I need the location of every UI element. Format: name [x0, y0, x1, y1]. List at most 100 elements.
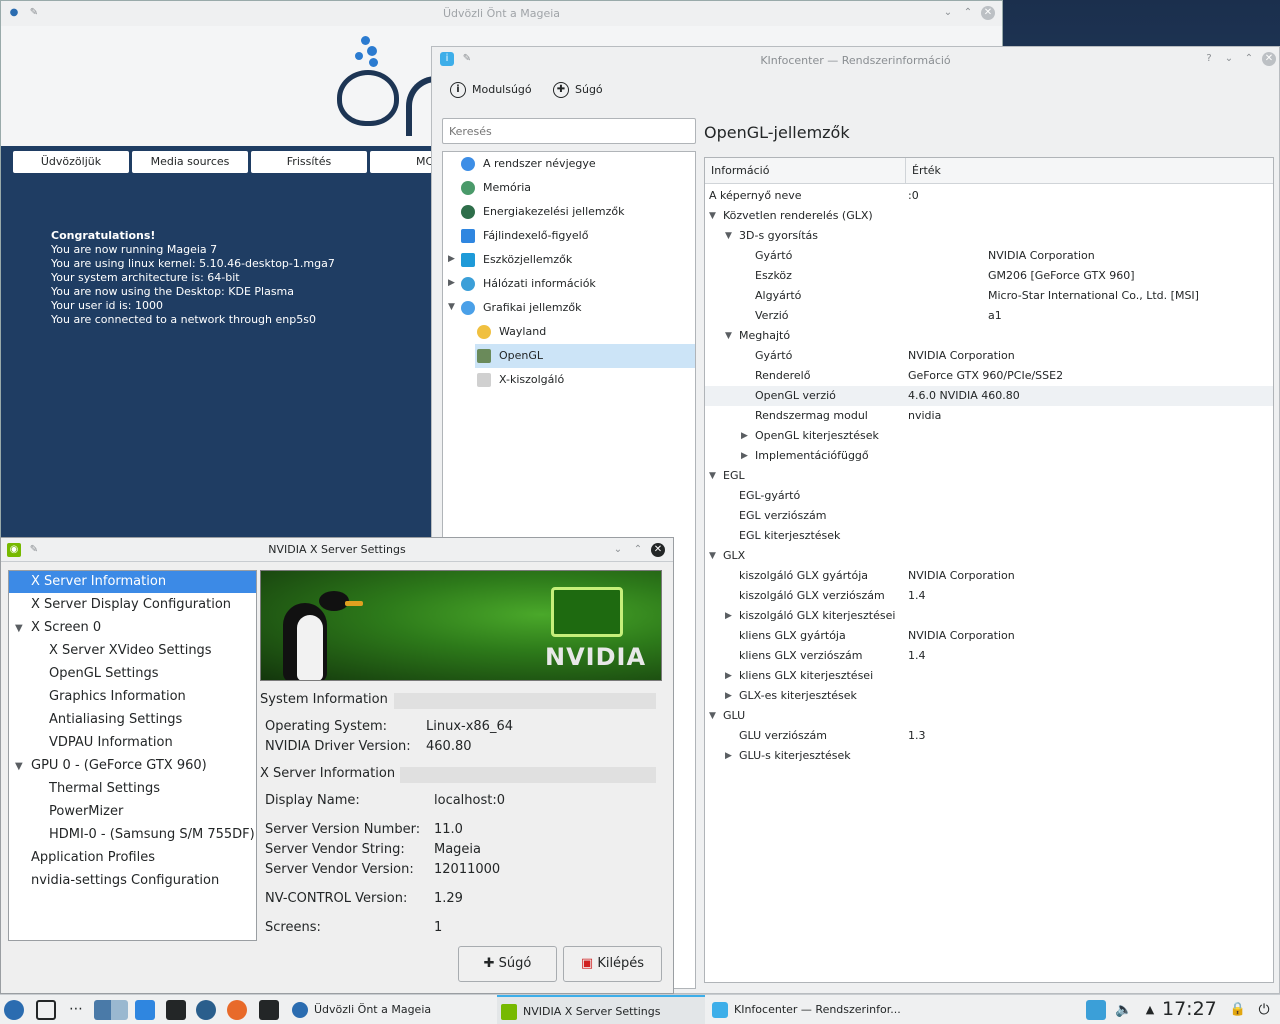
table-row[interactable]: kliens GLX gyártója NVIDIA Corporation	[705, 626, 1273, 646]
nvidia-titlebar[interactable]: ◉ ✎ NVIDIA X Server Settings ⌄ ⌃ ✕	[1, 538, 673, 562]
table-row[interactable]: EGL verziószám	[705, 506, 1273, 526]
nav-powermizer[interactable]: PowerMizer	[49, 801, 123, 823]
tree-item-about[interactable]: A rendszer névjegye	[461, 152, 596, 176]
tree-item-memory[interactable]: Memória	[461, 176, 531, 200]
expand-arrow-icon[interactable]: ▶	[725, 606, 732, 626]
nav-vdpau-information[interactable]: VDPAU Information	[49, 732, 173, 754]
expand-arrow-icon[interactable]: ▶	[725, 666, 732, 686]
nav-opengl-settings[interactable]: OpenGL Settings	[49, 663, 159, 685]
table-row[interactable]: ▶ Implementációfüggő	[705, 446, 1273, 466]
collapse-arrow-icon[interactable]: ▼	[709, 546, 716, 566]
table-row[interactable]: EGL-gyártó	[705, 486, 1273, 506]
nav-x-server-display-configuration[interactable]: X Server Display Configuration	[31, 594, 231, 616]
column-separator[interactable]	[905, 158, 906, 184]
table-row[interactable]: ▼ 3D-s gyorsítás	[705, 226, 1273, 246]
table-row[interactable]: A képernyő neve:0	[705, 186, 1273, 206]
application-launcher-icon[interactable]	[4, 1000, 24, 1020]
firefox-icon[interactable]	[227, 1000, 247, 1020]
task-kinfocenter[interactable]: KInfocenter — Rendszerinfor...	[708, 995, 918, 1024]
collapse-arrow-icon[interactable]: ▼	[448, 302, 455, 312]
nav-antialiasing-settings[interactable]: Antialiasing Settings	[49, 709, 182, 731]
column-header-info[interactable]: Információ	[711, 164, 769, 177]
terminal-icon[interactable]	[166, 1000, 186, 1020]
nav-nvidia-settings-configuration[interactable]: nvidia-settings Configuration	[31, 870, 219, 892]
close-icon[interactable]: ✕	[651, 543, 665, 557]
table-row[interactable]: ▶ kiszolgáló GLX kiterjesztései	[705, 606, 1273, 626]
table-row[interactable]: Verzió a1	[705, 306, 1273, 326]
table-row[interactable]: ▼ GLU	[705, 706, 1273, 726]
power-icon[interactable]: ⏻	[1254, 1000, 1274, 1020]
minimize-icon[interactable]: ⌄	[941, 6, 955, 20]
tab-mcc[interactable]: MC	[370, 151, 433, 173]
close-icon[interactable]: ✕	[981, 6, 995, 20]
table-row[interactable]: EGL kiterjesztések	[705, 526, 1273, 546]
table-row[interactable]: Gyártó NVIDIA Corporation	[705, 346, 1273, 366]
table-row[interactable]: ▶ OpenGL kiterjesztések	[705, 426, 1273, 446]
table-row[interactable]: ▼ Meghajtó	[705, 326, 1273, 346]
nav-application-profiles[interactable]: Application Profiles	[31, 847, 155, 869]
collapse-arrow-icon[interactable]: ▼	[725, 326, 732, 346]
table-row[interactable]: ▶ GLX-es kiterjesztések	[705, 686, 1273, 706]
table-row[interactable]: Rendszermag modul nvidia	[705, 406, 1273, 426]
task-mageia-welcome[interactable]: Üdvözli Önt a Mageia	[288, 995, 493, 1024]
maximize-icon[interactable]: ⌃	[961, 6, 975, 20]
tree-item-file-indexer[interactable]: Fájlindexelő-figyelő	[461, 224, 588, 248]
help-question-icon[interactable]: ?	[1202, 52, 1216, 66]
module-help-button[interactable]: i Modulsúgó	[450, 81, 532, 101]
table-row[interactable]: kiszolgáló GLX verziószám 1.4	[705, 586, 1273, 606]
tab-welcome[interactable]: Üdvözöljük	[13, 151, 129, 173]
tree-item-devices[interactable]: Eszközjellemzők	[461, 248, 572, 272]
table-row[interactable]: ▼ Közvetlen renderelés (GLX)	[705, 206, 1273, 226]
column-header-value[interactable]: Érték	[912, 164, 941, 177]
tree-item-graphics[interactable]: Grafikai jellemzők	[461, 296, 581, 320]
collapse-arrow-icon[interactable]: ▼	[725, 226, 732, 246]
kinfocenter-titlebar[interactable]: i ✎ KInfocenter — Rendszerinformáció ? ⌄…	[432, 47, 1279, 73]
nav-gpu-0[interactable]: GPU 0 - (GeForce GTX 960)	[31, 755, 207, 777]
clock[interactable]: 17:27	[1162, 998, 1217, 1020]
tray-expand-arrow-icon[interactable]: ▲	[1140, 1000, 1160, 1020]
expand-arrow-icon[interactable]: ▶	[448, 278, 455, 288]
expand-arrow-icon[interactable]: ▶	[741, 446, 748, 466]
search-input[interactable]	[442, 118, 696, 144]
table-row[interactable]: Renderelő GeForce GTX 960/PCIe/SSE2	[705, 366, 1273, 386]
volume-icon[interactable]: 🔈	[1114, 1000, 1134, 1020]
collapse-arrow-icon[interactable]: ▼	[15, 761, 23, 772]
collapse-arrow-icon[interactable]: ▼	[709, 706, 716, 726]
expand-arrow-icon[interactable]: ▶	[741, 426, 748, 446]
table-row[interactable]: Algyártó Micro-Star International Co., Lt…	[705, 286, 1273, 306]
collapse-arrow-icon[interactable]: ▼	[15, 623, 23, 634]
nav-xvideo-settings[interactable]: X Server XVideo Settings	[49, 640, 212, 662]
expand-arrow-icon[interactable]: ▶	[448, 254, 455, 264]
minimize-icon[interactable]: ⌄	[611, 543, 625, 557]
table-row[interactable]: ▶ kliens GLX kiterjesztései	[705, 666, 1273, 686]
nvidia-quit-button[interactable]: ▣ Kilépés	[563, 946, 662, 982]
control-center-icon[interactable]	[196, 1000, 216, 1020]
collapse-arrow-icon[interactable]: ▼	[709, 206, 716, 226]
nav-hdmi-0[interactable]: HDMI-0 - (Samsung S/M 755DF)	[49, 824, 255, 846]
table-row[interactable]: kiszolgáló GLX gyártója NVIDIA Corporatio…	[705, 566, 1273, 586]
tab-update[interactable]: Frissítés	[251, 151, 367, 173]
table-row[interactable]: Eszköz GM206 [GeForce GTX 960]	[705, 266, 1273, 286]
help-button[interactable]: ✚ Súgó	[553, 81, 603, 101]
task-nvidia-settings[interactable]: NVIDIA X Server Settings	[497, 995, 705, 1024]
maximize-icon[interactable]: ⌃	[631, 543, 645, 557]
tree-item-wayland[interactable]: Wayland	[477, 320, 546, 344]
tab-media-sources[interactable]: Media sources	[132, 151, 248, 173]
nav-thermal-settings[interactable]: Thermal Settings	[49, 778, 160, 800]
nvidia-help-button[interactable]: ✚ Súgó	[458, 946, 557, 982]
console-icon[interactable]	[259, 1000, 279, 1020]
table-row[interactable]: ▼ GLX	[705, 546, 1273, 566]
minimize-icon[interactable]: ⌄	[1222, 52, 1236, 66]
tree-item-energy[interactable]: Energiakezelési jellemzők	[461, 200, 625, 224]
table-row[interactable]: OpenGL verzió 4.6.0 NVIDIA 460.80	[705, 386, 1273, 406]
tree-item-network[interactable]: Hálózati információk	[461, 272, 596, 296]
nav-x-server-information[interactable]: X Server Information	[9, 571, 256, 593]
nav-x-screen-0[interactable]: X Screen 0	[31, 617, 101, 639]
table-row[interactable]: ▼ EGL	[705, 466, 1273, 486]
lock-icon[interactable]: 🔒	[1228, 1000, 1248, 1020]
show-desktop-icon[interactable]	[36, 1000, 56, 1020]
table-row[interactable]: kliens GLX verziószám 1.4	[705, 646, 1273, 666]
close-icon[interactable]: ✕	[1262, 52, 1276, 66]
file-manager-icon[interactable]	[135, 1000, 155, 1020]
table-row[interactable]: ▶ GLU-s kiterjesztések	[705, 746, 1273, 766]
